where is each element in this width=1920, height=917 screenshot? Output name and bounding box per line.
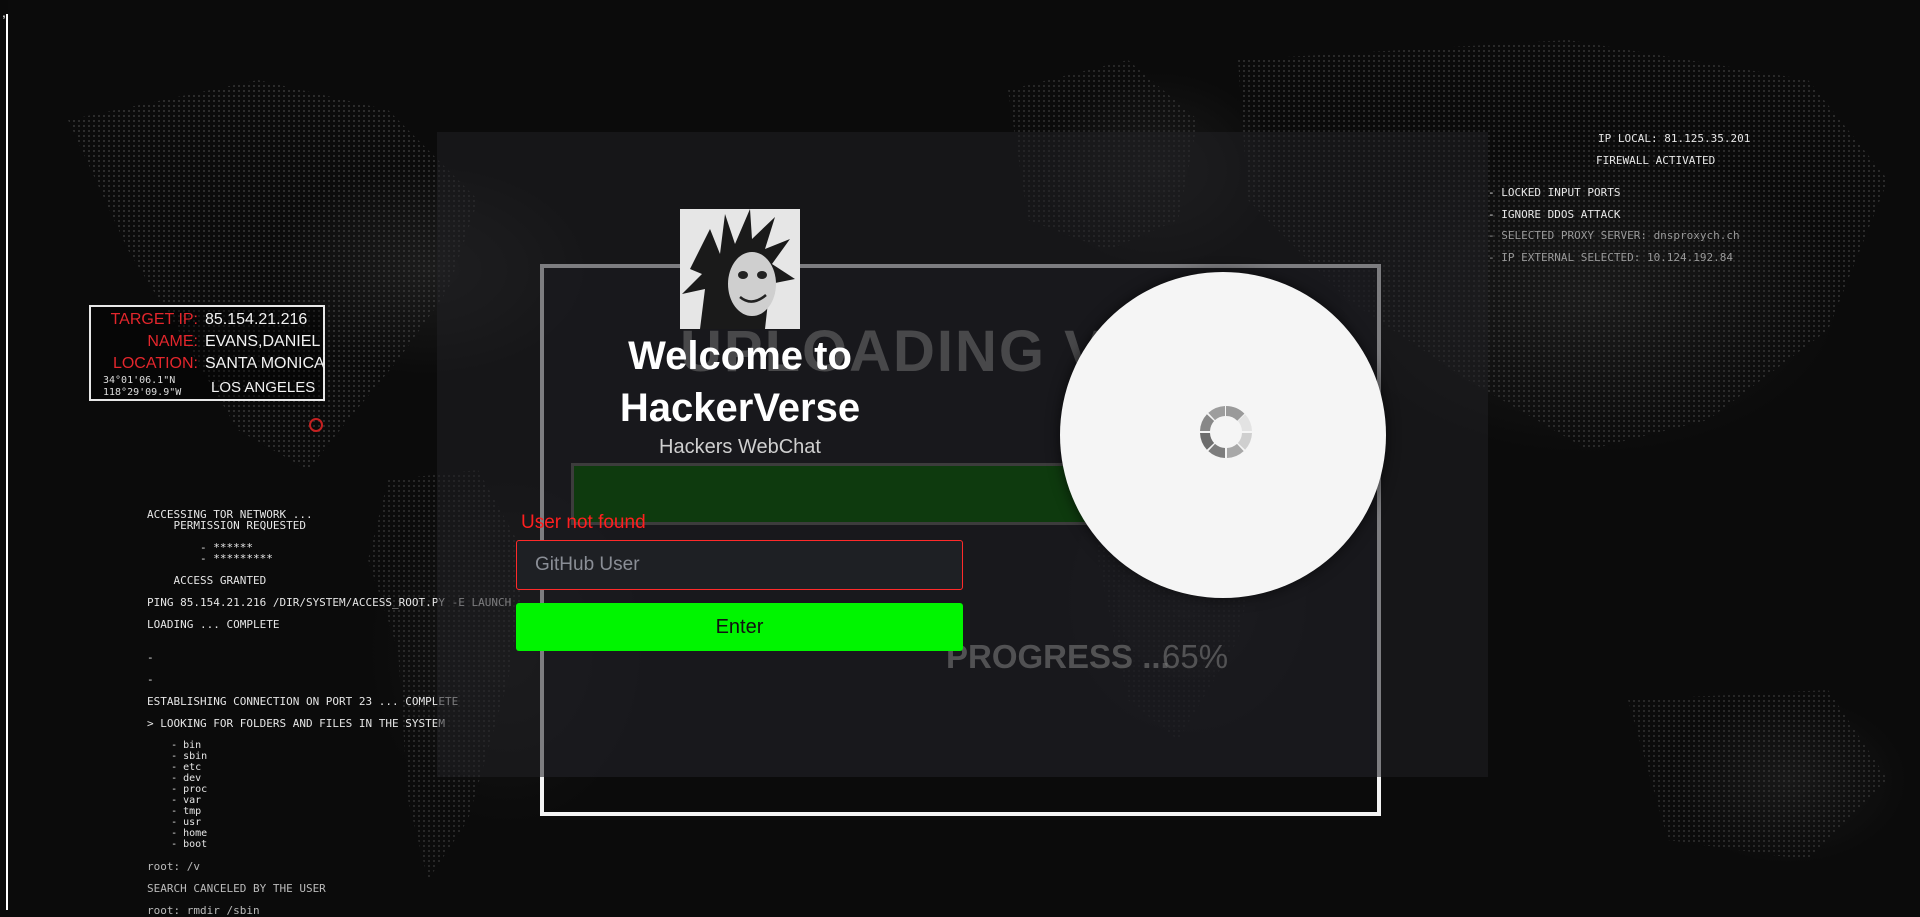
upload-progress-value: 65% <box>1162 638 1229 675</box>
console-line: - sbin <box>147 751 208 762</box>
console-line: ESTABLISHING CONNECTION ON PORT 23 ... C… <box>147 695 459 708</box>
ip-local: IP LOCAL: 81.125.35.201 <box>1598 132 1751 145</box>
welcome-line-2: HackerVerse <box>619 386 861 430</box>
console-line: - usr <box>147 817 202 828</box>
app-subtitle: Hackers WebChat <box>659 436 821 458</box>
console-line: root: rmdir /sbin <box>147 904 260 917</box>
target-name-value: EVANS,DANIEL <box>205 333 321 350</box>
console-line: - tmp <box>147 806 202 817</box>
target-ip-label: TARGET IP: <box>110 311 198 328</box>
welcome-line-1: Welcome to <box>628 334 852 378</box>
console-line: - home <box>147 828 208 839</box>
github-user-input[interactable] <box>516 540 963 590</box>
console-line: - <box>147 673 154 686</box>
net-info-item: - SELECTED PROXY SERVER: dnsproxych.ch <box>1488 229 1740 242</box>
target-location-value: SANTA MONICA <box>205 355 325 372</box>
net-info-item: - IP EXTERNAL SELECTED: 10.124.192.84 <box>1488 251 1734 264</box>
target-name-label: NAME: <box>147 333 198 350</box>
firewall-status: FIREWALL ACTIVATED <box>1596 154 1716 167</box>
loading-overlay-circle <box>1060 272 1386 598</box>
avatar-icon <box>680 209 800 329</box>
console-line: PERMISSION REQUESTED <box>147 519 306 532</box>
net-info-item: - IGNORE DDOS ATTACK <box>1488 208 1621 221</box>
target-latitude: 34°01'06.1"N <box>103 375 176 386</box>
target-longitude: 118°29'09.9"W <box>103 387 182 398</box>
target-location-label: LOCATION: <box>112 355 198 372</box>
hacker-avatar-image <box>680 209 800 329</box>
console-line: ACCESS GRANTED <box>147 574 267 587</box>
console-line: - var <box>147 795 202 806</box>
target-city: LOS ANGELES <box>211 379 316 396</box>
console-line: SEARCH CANCELED BY THE USER <box>147 882 326 895</box>
console-line: root: /v <box>147 860 200 873</box>
upload-progress-bar <box>571 463 1091 525</box>
target-info-card: TARGET IP: 85.154.21.216 NAME: EVANS,DAN… <box>89 305 325 401</box>
enter-button[interactable]: Enter <box>516 603 963 651</box>
console-line: - boot <box>147 839 208 850</box>
console-line: - <box>147 651 154 664</box>
login-error-message: User not found <box>521 512 646 533</box>
console-line: - bin <box>147 740 202 751</box>
hacking-console-log: ACCESSING TOR NETWORK ... PERMISSION REQ… <box>147 508 511 917</box>
console-line: - proc <box>147 784 208 795</box>
net-info-item: - LOCKED INPUT PORTS <box>1488 186 1621 199</box>
console-line: - ********* <box>147 552 273 565</box>
console-line: - dev <box>147 773 202 784</box>
welcome-heading: Welcome to HackerVerse <box>590 330 890 434</box>
console-line: LOADING ... COMPLETE <box>147 618 280 631</box>
upload-progress-label: PROGRESS ... <box>946 638 1170 675</box>
loading-spinner-icon <box>1200 405 1252 458</box>
map-pin-icon <box>309 418 323 432</box>
console-line: - etc <box>147 762 202 773</box>
target-coordinates: 34°01'06.1"N 118°29'09.9"W <box>103 375 181 399</box>
console-line: > LOOKING FOR FOLDERS AND FILES IN THE S… <box>147 717 446 730</box>
target-ip-value: 85.154.21.216 <box>205 311 308 328</box>
